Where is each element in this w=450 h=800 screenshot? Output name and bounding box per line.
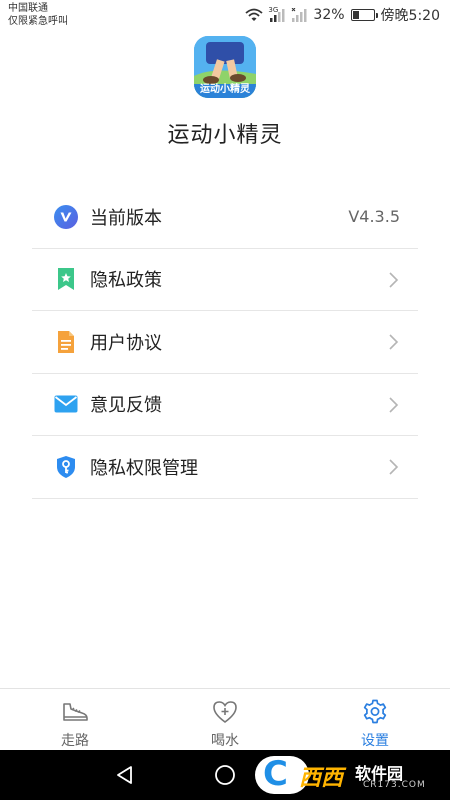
app-title: 运动小精灵 bbox=[167, 123, 283, 148]
version-v-icon bbox=[54, 204, 78, 229]
tab-label: 喝水 bbox=[211, 733, 239, 749]
home-icon[interactable] bbox=[214, 764, 236, 786]
menu-item-user-agreement[interactable]: 用户协议 bbox=[32, 311, 418, 374]
bottom-tab-bar: 走路 喝水 设置 bbox=[0, 688, 450, 750]
tab-label: 设置 bbox=[361, 733, 389, 749]
menu-item-feedback[interactable]: 意见反馈 bbox=[32, 374, 418, 436]
network-type-badge: 3G bbox=[268, 5, 279, 14]
menu-item-version[interactable]: 当前版本 V4.3.5 bbox=[32, 186, 418, 249]
signal-3g-icon: 3G bbox=[268, 5, 285, 22]
settings-list: 当前版本 V4.3.5 隐私政策 用户协议 意见反馈 隐私权限管理 bbox=[32, 186, 418, 499]
wifi-icon bbox=[245, 8, 264, 21]
status-bar: 中国联通 仅限紧急呼叫 3G 32% 傍晚5:20 bbox=[0, 0, 450, 30]
menu-item-permission-management[interactable]: 隐私权限管理 bbox=[32, 436, 418, 499]
shoe-icon bbox=[60, 698, 90, 726]
tab-label: 走路 bbox=[61, 733, 89, 749]
chevron-right-icon bbox=[389, 271, 399, 288]
shield-key-icon bbox=[54, 455, 78, 479]
tab-walk[interactable]: 走路 bbox=[0, 689, 150, 750]
back-icon[interactable] bbox=[115, 765, 135, 785]
app-logo-text: 运动小精灵 bbox=[200, 84, 250, 95]
app-logo: 运动小精灵 bbox=[194, 36, 256, 98]
tab-settings[interactable]: 设置 bbox=[300, 689, 450, 750]
watermark-logo: C 西西 软件园 CR173.COM bbox=[255, 754, 445, 796]
settings-screen: 中国联通 仅限紧急呼叫 3G 32% 傍晚5:20 运动小精灵 运动小精灵 当前… bbox=[0, 0, 450, 800]
heart-plus-icon bbox=[210, 698, 240, 726]
mail-icon bbox=[54, 392, 78, 416]
bookmark-star-icon bbox=[54, 267, 78, 291]
chevron-right-icon bbox=[389, 459, 399, 475]
menu-item-label: 当前版本 bbox=[90, 207, 162, 229]
chevron-right-icon bbox=[389, 396, 399, 413]
emergency-only-text: 仅限紧急呼叫 bbox=[8, 16, 68, 27]
carrier-name: 中国联通 bbox=[8, 3, 48, 14]
gear-icon bbox=[360, 698, 390, 726]
battery-fill bbox=[352, 11, 359, 19]
system-nav-bar: C 西西 软件园 CR173.COM bbox=[0, 750, 450, 800]
menu-item-privacy-policy[interactable]: 隐私政策 bbox=[32, 249, 418, 311]
version-value: V4.3.5 bbox=[348, 207, 400, 227]
chevron-right-icon bbox=[389, 334, 399, 350]
battery-percent: 32% bbox=[313, 7, 345, 23]
signal-no-sim-icon bbox=[292, 8, 307, 22]
document-icon bbox=[54, 330, 78, 354]
watermark-brand: 西西 bbox=[299, 766, 344, 791]
menu-item-label: 隐私权限管理 bbox=[90, 457, 198, 479]
clock: 傍晚5:20 bbox=[380, 8, 440, 24]
menu-item-label: 隐私政策 bbox=[90, 270, 162, 292]
tab-drink[interactable]: 喝水 bbox=[150, 689, 300, 750]
watermark-letter: C bbox=[263, 754, 288, 794]
watermark-domain: CR173.COM bbox=[363, 780, 426, 790]
status-indicators: 3G 32% 傍晚5:20 bbox=[245, 6, 440, 24]
menu-item-label: 意见反馈 bbox=[90, 395, 162, 417]
battery-icon bbox=[350, 9, 378, 21]
carrier-info: 中国联通 仅限紧急呼叫 bbox=[8, 2, 68, 28]
menu-item-label: 用户协议 bbox=[90, 332, 162, 354]
